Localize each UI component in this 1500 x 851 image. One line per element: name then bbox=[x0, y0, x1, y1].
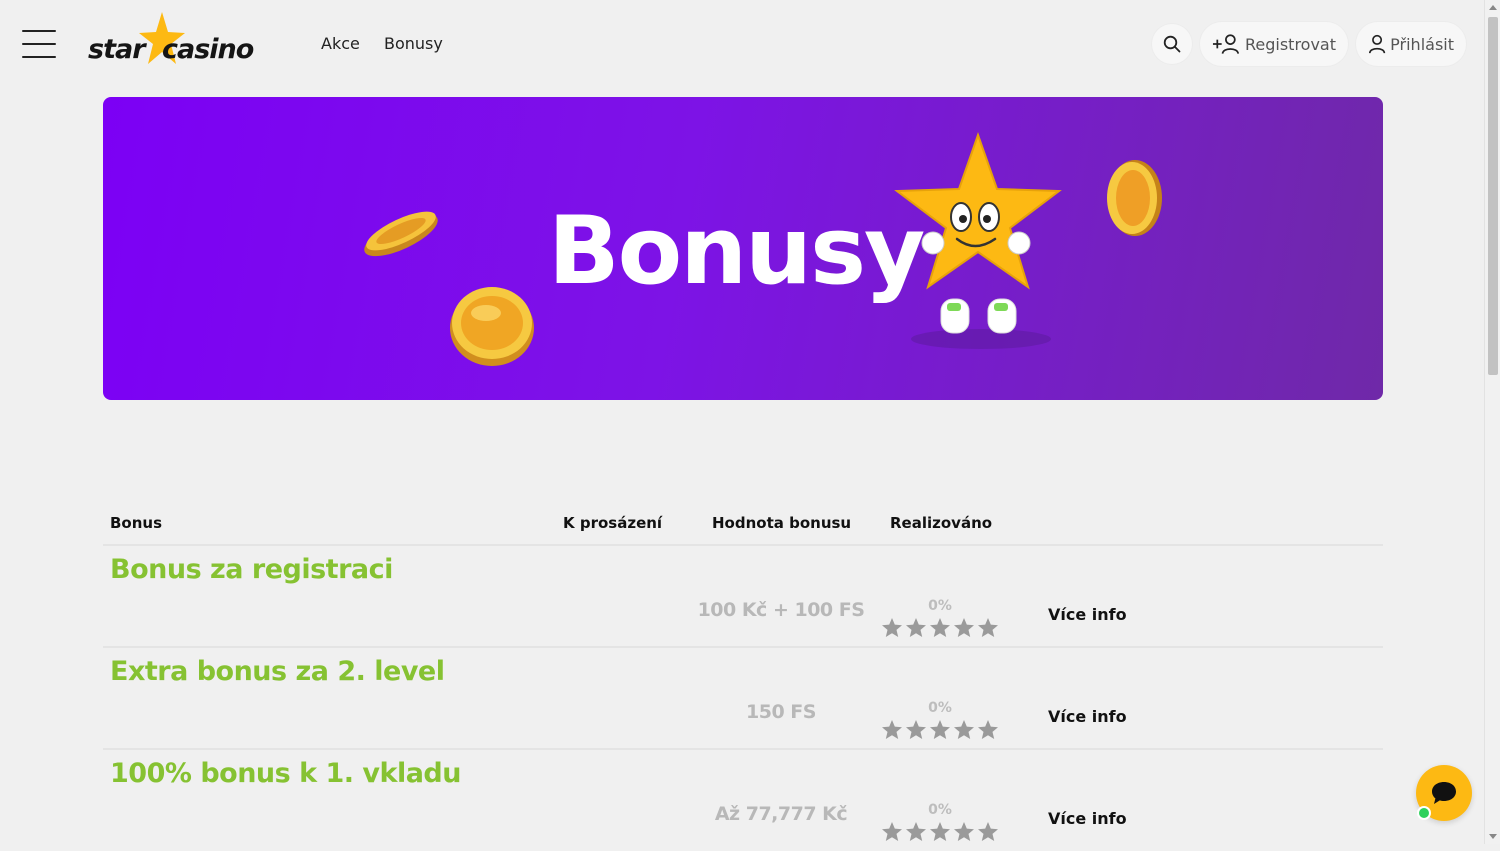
bonus-name[interactable]: Extra bonus za 2. level bbox=[110, 656, 445, 687]
star-icon bbox=[906, 720, 926, 739]
more-info-link[interactable]: Více info bbox=[1048, 809, 1127, 828]
rating-stars bbox=[879, 617, 1001, 638]
search-button[interactable] bbox=[1152, 24, 1192, 64]
bonus-value: 100 Kč + 100 FS bbox=[697, 599, 865, 621]
table-header-bonus: Bonus bbox=[110, 514, 163, 532]
star-icon bbox=[978, 720, 998, 739]
user-plus-icon bbox=[1212, 34, 1239, 54]
register-label: Registrovat bbox=[1244, 34, 1336, 54]
coin-icon bbox=[364, 211, 438, 257]
nav-link-akce[interactable]: Akce bbox=[321, 34, 360, 53]
scroll-down-arrow-icon[interactable] bbox=[1489, 834, 1497, 839]
coin-icon bbox=[450, 287, 534, 366]
logo-text-star: star bbox=[88, 34, 146, 65]
star-icon bbox=[882, 720, 902, 739]
star-icon bbox=[930, 618, 950, 637]
table-row: Extra bonus za 2. level 150 FS 0% Více i… bbox=[103, 646, 1383, 749]
login-button[interactable]: Přihlásit bbox=[1356, 22, 1466, 66]
table-row: Bonus za registraci 100 Kč + 100 FS 0% V… bbox=[103, 544, 1383, 647]
scroll-up-arrow-icon[interactable] bbox=[1489, 5, 1497, 10]
star-icon bbox=[930, 822, 950, 841]
rating-stars bbox=[879, 821, 1001, 842]
login-label: Přihlásit bbox=[1390, 34, 1454, 54]
chat-bubble-icon bbox=[1432, 782, 1456, 804]
table-row: 100% bonus k 1. vkladu Až 77,777 Kč 0% V… bbox=[103, 748, 1383, 851]
star-icon bbox=[978, 822, 998, 841]
logo-text-casino: casino bbox=[162, 34, 254, 65]
online-status-dot bbox=[1417, 806, 1431, 820]
scrollbar[interactable] bbox=[1484, 0, 1500, 844]
star-icon bbox=[930, 720, 950, 739]
more-info-link[interactable]: Více info bbox=[1048, 605, 1127, 624]
star-icon bbox=[954, 822, 974, 841]
coin-icon bbox=[1107, 160, 1162, 236]
bonus-value: Až 77,777 Kč bbox=[714, 803, 848, 825]
table-header-wagering: K prosázení bbox=[563, 514, 663, 532]
star-icon bbox=[978, 618, 998, 637]
rating-stars bbox=[879, 719, 1001, 740]
scrollbar-thumb[interactable] bbox=[1488, 17, 1498, 375]
site-header: star casino Akce Bonusy Registrovat Přih… bbox=[0, 0, 1484, 90]
realized-percent: 0% bbox=[928, 700, 952, 716]
star-icon bbox=[906, 822, 926, 841]
star-icon bbox=[954, 720, 974, 739]
bonus-name[interactable]: 100% bonus k 1. vkladu bbox=[110, 758, 461, 789]
bonus-value: 150 FS bbox=[746, 701, 816, 723]
hamburger-menu-icon[interactable] bbox=[22, 30, 56, 58]
realized-percent: 0% bbox=[928, 802, 952, 818]
nav-link-bonusy[interactable]: Bonusy bbox=[384, 34, 443, 53]
table-header-realized: Realizováno bbox=[890, 514, 993, 532]
hero-banner: Bonusy bbox=[103, 97, 1383, 400]
search-icon bbox=[1163, 35, 1181, 53]
realized-percent: 0% bbox=[928, 598, 952, 614]
star-icon bbox=[906, 618, 926, 637]
star-mascot-icon bbox=[894, 131, 1062, 349]
logo[interactable]: star casino bbox=[88, 12, 273, 72]
user-icon bbox=[1368, 34, 1386, 54]
star-icon bbox=[882, 822, 902, 841]
banner-title: Bonusy bbox=[548, 197, 925, 306]
bonus-name[interactable]: Bonus za registraci bbox=[110, 554, 393, 585]
register-button[interactable]: Registrovat bbox=[1200, 22, 1348, 66]
more-info-link[interactable]: Více info bbox=[1048, 707, 1127, 726]
star-icon bbox=[954, 618, 974, 637]
star-icon bbox=[882, 618, 902, 637]
table-header-value: Hodnota bonusu bbox=[712, 514, 852, 532]
